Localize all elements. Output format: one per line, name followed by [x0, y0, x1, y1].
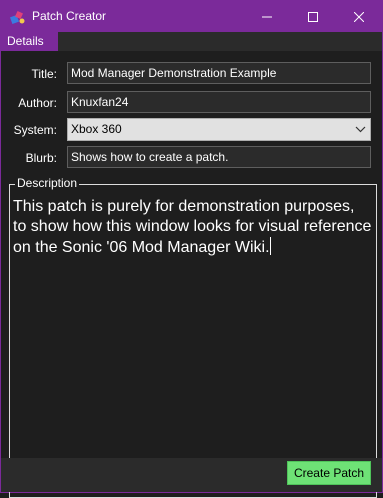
- author-field[interactable]: Knuxfan24: [67, 91, 371, 113]
- maximize-button[interactable]: [290, 1, 336, 32]
- description-legend: Description: [15, 176, 80, 190]
- window-title: Patch Creator: [32, 9, 107, 23]
- details-panel: Title: Mod Manager Demonstration Example…: [1, 51, 382, 498]
- patch-creator-icon: [10, 9, 26, 25]
- description-textarea[interactable]: This patch is purely for demonstration p…: [10, 195, 375, 497]
- footer-bar: Create Patch: [1, 458, 382, 492]
- system-dropdown[interactable]: Xbox 360: [67, 118, 371, 141]
- chevron-down-icon: [355, 126, 366, 133]
- patch-creator-window: Patch Creator Details Title: Mod Manager…: [0, 0, 383, 498]
- maximize-icon: [308, 11, 318, 22]
- description-text: This patch is purely for demonstration p…: [13, 198, 372, 256]
- create-patch-button[interactable]: Create Patch: [287, 461, 371, 485]
- minimize-icon: [262, 16, 272, 17]
- title-field[interactable]: Mod Manager Demonstration Example: [67, 62, 371, 84]
- blurb-label: Blurb:: [25, 151, 57, 165]
- title-bar[interactable]: Patch Creator: [1, 1, 382, 32]
- author-label: Author:: [18, 96, 57, 110]
- system-label: System:: [13, 123, 57, 137]
- minimize-button[interactable]: [244, 1, 290, 32]
- blurb-field[interactable]: Shows how to create a patch.: [67, 146, 371, 168]
- close-button[interactable]: [336, 1, 382, 32]
- text-caret: [269, 237, 271, 255]
- close-icon: [354, 11, 364, 22]
- system-selected-value: Xbox 360: [71, 122, 122, 136]
- title-label: Title:: [31, 67, 57, 81]
- tab-strip: Details: [1, 32, 382, 51]
- tab-details[interactable]: Details: [1, 32, 58, 51]
